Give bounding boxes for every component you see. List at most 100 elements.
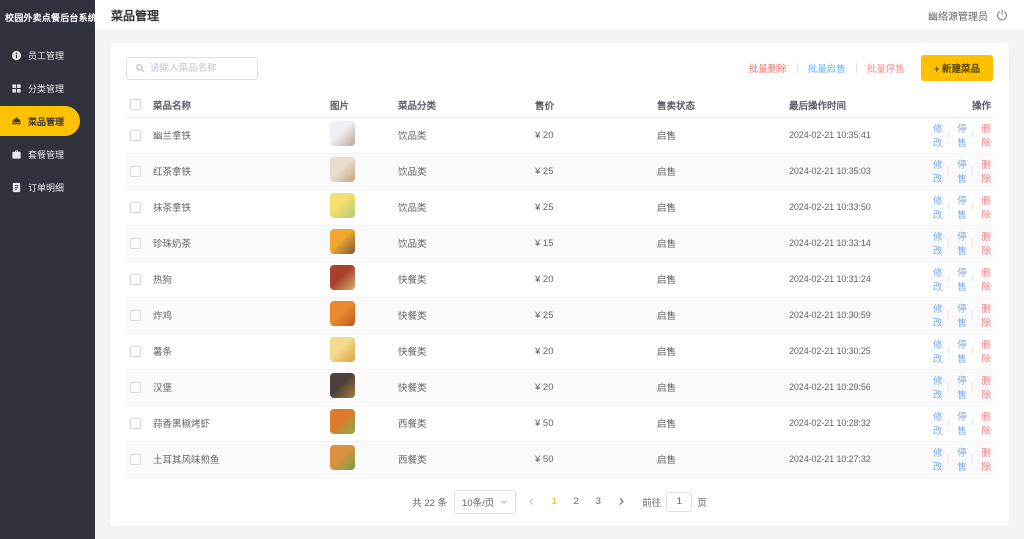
row-checkbox[interactable] [130,202,141,213]
new-dish-button[interactable]: + 新建菜品 [921,55,993,81]
edit-link[interactable]: 修改 [929,157,943,185]
dish-category: 饮品类 [394,189,531,225]
batch-disable-button[interactable]: 批量停售 [867,61,905,75]
divider [972,383,973,391]
stop-sale-link[interactable]: 停售 [953,373,967,401]
page-number-button[interactable]: 2 [568,494,584,509]
edit-link[interactable]: 修改 [929,301,943,329]
row-checkbox[interactable] [130,166,141,177]
batch-enable-button[interactable]: 批量启售 [808,61,846,75]
delete-link[interactable]: 删除 [978,193,992,221]
sidebar: 校园外卖点餐后台系统 员工管理 分类管理 菜品管理 套餐管理 订单明细 [0,0,95,539]
power-icon[interactable] [996,9,1008,21]
dish-status: 启售 [653,261,785,297]
table-row: 炸鸡 快餐类 ¥ 25 启售 2024-02-21 10:30:59 修改 停售… [126,297,993,333]
table-header-row: 菜品名称 图片 菜品分类 售价 售卖状态 最后操作时间 操作 [126,93,993,117]
divider [948,383,949,391]
dish-name: 汉堡 [153,380,172,394]
stop-sale-link[interactable]: 停售 [953,229,967,257]
dish-image [330,409,355,434]
dish-name: 薯条 [153,344,172,358]
dish-name: 热狗 [153,272,172,286]
delete-link[interactable]: 删除 [978,373,992,401]
edit-link[interactable]: 修改 [929,229,943,257]
sidebar-item-5[interactable]: 订单明细 [0,172,80,202]
stop-sale-link[interactable]: 停售 [953,121,967,149]
col-header-time: 最后操作时间 [785,93,925,117]
stop-sale-link[interactable]: 停售 [953,157,967,185]
row-checkbox[interactable] [130,382,141,393]
delete-link[interactable]: 删除 [978,121,992,149]
row-checkbox[interactable] [130,130,141,141]
page-number-button[interactable]: 1 [546,494,562,509]
edit-link[interactable]: 修改 [929,445,943,473]
batch-delete-button[interactable]: 批量删除 [749,61,787,75]
stop-sale-link[interactable]: 停售 [953,445,967,473]
divider [972,131,973,139]
row-checkbox[interactable] [130,238,141,249]
row-checkbox[interactable] [130,346,141,357]
stop-sale-link[interactable]: 停售 [953,193,967,221]
edit-link[interactable]: 修改 [929,409,943,437]
divider [972,203,973,211]
sidebar-item-2[interactable]: 分类管理 [0,73,80,103]
stop-sale-link[interactable]: 停售 [953,409,967,437]
select-all-checkbox[interactable] [130,99,141,110]
dish-price: ¥ 15 [531,225,653,261]
sidebar-item-3[interactable]: 菜品管理 [0,106,80,136]
sidebar-item-1[interactable]: 员工管理 [0,40,80,70]
dish-name: 炸鸡 [153,308,172,322]
goto-page-input[interactable] [666,492,692,512]
last-operate-time: 2024-02-21 10:29:56 [785,369,925,405]
stop-sale-link[interactable]: 停售 [953,265,967,293]
delete-link[interactable]: 删除 [978,229,992,257]
col-header-name: 菜品名称 [153,98,191,112]
last-operate-time: 2024-02-21 10:33:50 [785,189,925,225]
delete-link[interactable]: 删除 [978,301,992,329]
divider [948,239,949,247]
search-input[interactable] [150,63,249,74]
delete-link[interactable]: 删除 [978,337,992,365]
edit-link[interactable]: 修改 [929,121,943,149]
stop-sale-link[interactable]: 停售 [953,301,967,329]
page-number-button[interactable]: 3 [590,494,606,509]
dish-status: 启售 [653,333,785,369]
dish-name: 土耳其风味煎鱼 [153,452,220,466]
toolbar-actions: 批量删除 批量启售 批量停售 + 新建菜品 [749,55,993,81]
dish-name: 抹茶拿铁 [153,200,191,214]
table-row: 蒜香黑椒烤虾 西餐类 ¥ 50 启售 2024-02-21 10:28:32 修… [126,405,993,441]
delete-link[interactable]: 删除 [978,409,992,437]
table-row: 热狗 快餐类 ¥ 20 启售 2024-02-21 10:31:24 修改 停售… [126,261,993,297]
edit-link[interactable]: 修改 [929,265,943,293]
row-checkbox[interactable] [130,274,141,285]
delete-link[interactable]: 删除 [978,445,992,473]
chevron-left-icon [527,497,536,506]
delete-link[interactable]: 删除 [978,265,992,293]
row-checkbox[interactable] [130,454,141,465]
goto-page: 前往 页 [642,492,707,512]
delete-link[interactable]: 删除 [978,157,992,185]
dish-image [330,265,355,290]
stop-sale-link[interactable]: 停售 [953,337,967,365]
divider [972,167,973,175]
last-operate-time: 2024-02-21 10:31:24 [785,261,925,297]
dish-name: 珍珠奶茶 [153,236,191,250]
prev-page-button[interactable] [523,494,539,510]
edit-link[interactable]: 修改 [929,193,943,221]
row-checkbox[interactable] [130,418,141,429]
dish-image [330,193,355,218]
row-checkbox[interactable] [130,310,141,321]
divider [948,167,949,175]
dish-status: 启售 [653,225,785,261]
page-size-select[interactable]: 10条/页 [454,490,516,514]
divider [972,455,973,463]
dish-status: 启售 [653,441,785,477]
sidebar-item-4[interactable]: 套餐管理 [0,139,80,169]
dish-price: ¥ 25 [531,189,653,225]
top-header: 菜品管理 幽络源管理员 [95,0,1024,30]
total-count: 共 22 条 [412,495,447,509]
divider [948,131,949,139]
edit-link[interactable]: 修改 [929,373,943,401]
next-page-button[interactable] [613,494,629,510]
edit-link[interactable]: 修改 [929,337,943,365]
